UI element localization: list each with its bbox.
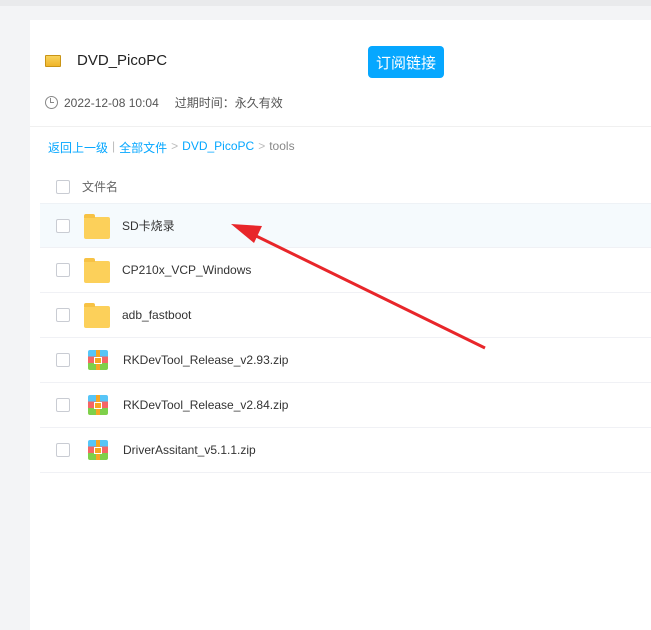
file-name[interactable]: CP210x_VCP_Windows [122, 263, 251, 277]
all-files-link[interactable]: 全部文件 [119, 139, 167, 156]
file-row[interactable]: DriverAssitant_v5.1.1.zip [40, 428, 651, 473]
top-bar [0, 0, 651, 6]
folder-icon [84, 303, 110, 328]
file-row[interactable]: SD卡烧录 [40, 203, 651, 248]
share-title: DVD_PicoPC [77, 52, 168, 69]
filename-header: 文件名 [82, 180, 119, 194]
zip-archive-icon [88, 350, 108, 370]
zip-archive-icon [88, 440, 108, 460]
file-name[interactable]: RKDevTool_Release_v2.93.zip [123, 353, 288, 367]
divider [30, 126, 651, 127]
row-checkbox[interactable] [56, 263, 70, 277]
clock-icon [45, 96, 58, 109]
share-date: 2022-12-08 10:04 [64, 95, 159, 110]
file-row[interactable]: RKDevTool_Release_v2.93.zip [40, 338, 651, 383]
file-list: SD卡烧录 CP210x_VCP_Windows adb_fastboot RK… [40, 203, 651, 473]
expire-text: 过期时间：永久有效 [174, 96, 283, 110]
back-link[interactable]: 返回上一级 [48, 139, 108, 156]
row-checkbox[interactable] [56, 443, 70, 457]
separator: > [258, 139, 266, 153]
separator: > [171, 139, 179, 153]
zip-archive-icon [88, 395, 108, 415]
folder-icon [84, 213, 110, 239]
file-row[interactable]: RKDevTool_Release_v2.84.zip [40, 383, 651, 428]
subscribe-button[interactable]: 订阅链接 [368, 46, 444, 78]
folder-link[interactable]: DVD_PicoPC [182, 139, 254, 156]
separator: | [112, 139, 116, 153]
folder-icon [84, 258, 110, 283]
row-checkbox[interactable] [56, 308, 70, 322]
file-name[interactable]: adb_fastboot [122, 308, 191, 322]
select-all-checkbox[interactable] [56, 179, 70, 194]
share-card: DVD_PicoPC 订阅链接 2022-12-08 10:04 过期时间：永久… [30, 20, 651, 630]
file-row[interactable]: CP210x_VCP_Windows [40, 248, 651, 293]
folder-icon [45, 54, 61, 67]
breadcrumb: 返回上一级 | 全部文件 > DVD_PicoPC > tools [48, 139, 295, 156]
row-checkbox[interactable] [56, 353, 70, 367]
current-folder: tools [269, 139, 295, 153]
file-name[interactable]: SD卡烧录 [122, 217, 175, 234]
file-row[interactable]: adb_fastboot [40, 293, 651, 338]
file-name[interactable]: DriverAssitant_v5.1.1.zip [123, 443, 256, 457]
file-name[interactable]: RKDevTool_Release_v2.84.zip [123, 398, 288, 412]
row-checkbox[interactable] [56, 398, 70, 412]
row-checkbox[interactable] [56, 218, 70, 233]
